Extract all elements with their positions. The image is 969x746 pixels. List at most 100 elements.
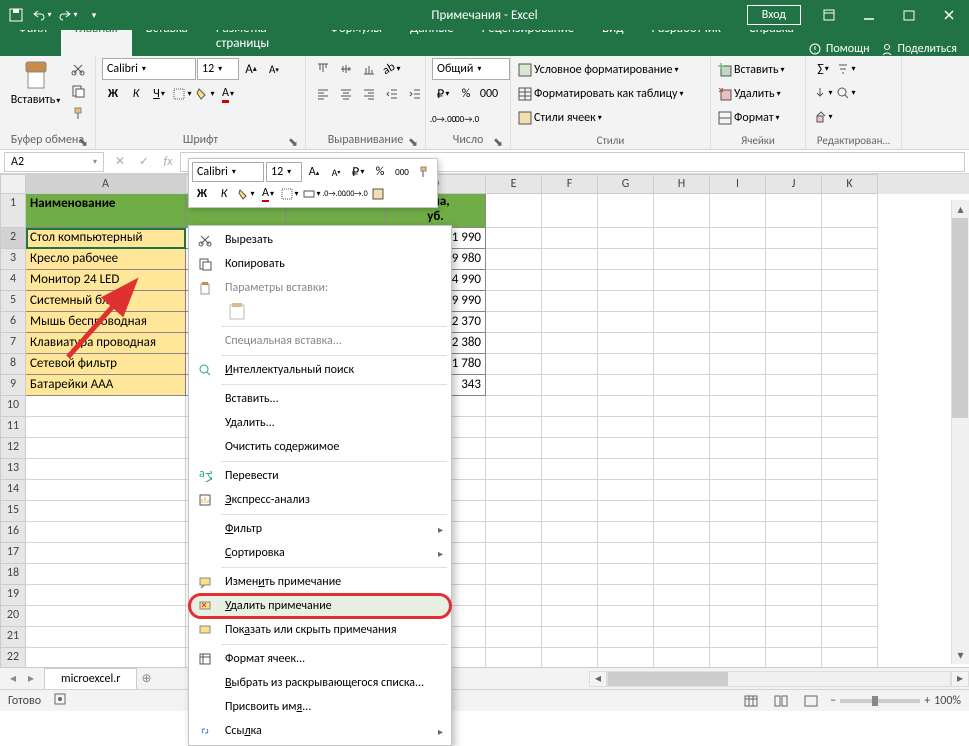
col-header-A[interactable]: A [26, 174, 186, 194]
cell-G5[interactable] [598, 291, 654, 312]
cell-E12[interactable] [486, 438, 542, 459]
cell-G3[interactable] [598, 249, 654, 270]
number-launcher[interactable]: ⬊ [492, 135, 504, 147]
cell-J22[interactable] [766, 648, 822, 667]
cell-J13[interactable] [766, 459, 822, 480]
fill-icon[interactable]: ▾ [812, 82, 834, 104]
cell-I10[interactable] [710, 396, 766, 417]
cell-G2[interactable] [598, 228, 654, 249]
cell-styles-button[interactable]: Стили ячеек▾ [517, 106, 602, 130]
cell-K18[interactable] [822, 564, 878, 585]
cell-E6[interactable] [486, 312, 542, 333]
cell-G20[interactable] [598, 606, 654, 627]
ctx-delete-comment[interactable]: Удалить примечание [189, 594, 451, 618]
cell-F1[interactable] [542, 194, 598, 228]
cell-H21[interactable] [654, 627, 710, 648]
cell-H8[interactable] [654, 354, 710, 375]
cell-K8[interactable] [822, 354, 878, 375]
sheet-tab[interactable]: microexcel.r [44, 668, 137, 689]
increase-font-icon[interactable]: A▴ [240, 58, 262, 80]
mini-dec-dec-icon[interactable]: .00→.0 [346, 184, 366, 204]
cell-G18[interactable] [598, 564, 654, 585]
font-size-combo[interactable]: 12▾ [197, 58, 239, 80]
row-header-7[interactable]: 7 [0, 333, 26, 354]
italic-icon[interactable]: К [125, 83, 147, 105]
cell-J6[interactable] [766, 312, 822, 333]
mini-percent-icon[interactable]: % [370, 162, 390, 182]
cell-E5[interactable] [486, 291, 542, 312]
ctx-show-comments[interactable]: Показать или скрыть примечания [189, 618, 451, 642]
percent-icon[interactable]: % [455, 83, 477, 105]
cell-G6[interactable] [598, 312, 654, 333]
cell-I20[interactable] [710, 606, 766, 627]
cell-I7[interactable] [710, 333, 766, 354]
cell-K20[interactable] [822, 606, 878, 627]
cell-E21[interactable] [486, 627, 542, 648]
row-header-3[interactable]: 3 [0, 249, 26, 270]
cell-K3[interactable] [822, 249, 878, 270]
cell-E17[interactable] [486, 543, 542, 564]
col-header-F[interactable]: F [542, 174, 598, 194]
cell-E20[interactable] [486, 606, 542, 627]
align-bottom-icon[interactable] [358, 58, 380, 80]
tell-me[interactable]: Помощн [808, 42, 870, 56]
zoom-in-icon[interactable]: + [924, 694, 930, 708]
cell-G14[interactable] [598, 480, 654, 501]
zoom-slider[interactable] [840, 699, 920, 703]
cell-H12[interactable] [654, 438, 710, 459]
row-header-14[interactable]: 14 [0, 480, 26, 501]
redo-icon[interactable]: ▾ [56, 3, 80, 27]
cell-G22[interactable] [598, 648, 654, 667]
cell-A5[interactable]: Системный блок [26, 291, 186, 312]
cell-G9[interactable] [598, 375, 654, 396]
autosum-icon[interactable]: ∑▾ [812, 58, 834, 80]
cut-icon[interactable] [67, 58, 89, 80]
underline-icon[interactable]: Ч▾ [148, 83, 170, 105]
row-header-18[interactable]: 18 [0, 564, 26, 585]
cell-A14[interactable] [26, 480, 186, 501]
cell-K7[interactable] [822, 333, 878, 354]
row-header-12[interactable]: 12 [0, 438, 26, 459]
mini-painter-icon[interactable] [414, 162, 434, 182]
hscroll-thumb[interactable] [608, 672, 728, 686]
format-painter-icon[interactable] [67, 102, 89, 124]
cell-H7[interactable] [654, 333, 710, 354]
cell-I17[interactable] [710, 543, 766, 564]
cell-J16[interactable] [766, 522, 822, 543]
mini-styles-icon[interactable] [368, 184, 388, 204]
cell-F15[interactable] [542, 501, 598, 522]
cell-H6[interactable] [654, 312, 710, 333]
cell-I4[interactable] [710, 270, 766, 291]
ctx-pick-from-list[interactable]: Выбрать из раскрывающегося списка... [189, 671, 451, 695]
cell-E14[interactable] [486, 480, 542, 501]
mini-merge-icon[interactable]: ▾ [302, 184, 322, 204]
cell-I5[interactable] [710, 291, 766, 312]
cell-K19[interactable] [822, 585, 878, 606]
ctx-sort[interactable]: Сортировка▸ [189, 541, 451, 565]
cell-H22[interactable] [654, 648, 710, 667]
cell-H9[interactable] [654, 375, 710, 396]
font-name-combo[interactable]: Calibri▾ [102, 58, 196, 80]
mini-italic-icon[interactable]: К [214, 184, 234, 204]
align-launcher[interactable]: ⬊ [407, 135, 419, 147]
row-header-4[interactable]: 4 [0, 270, 26, 291]
cell-K14[interactable] [822, 480, 878, 501]
orientation-icon[interactable]: ab▾ [381, 58, 403, 80]
cell-E10[interactable] [486, 396, 542, 417]
cell-A12[interactable] [26, 438, 186, 459]
minimize-icon[interactable] [849, 0, 889, 30]
undo-icon[interactable]: ▾ [30, 3, 54, 27]
cell-H4[interactable] [654, 270, 710, 291]
ctx-link[interactable]: Ссылка▸ [189, 719, 451, 743]
align-top-icon[interactable] [312, 58, 334, 80]
cell-I1[interactable] [710, 194, 766, 228]
cell-J18[interactable] [766, 564, 822, 585]
cell-F7[interactable] [542, 333, 598, 354]
cell-K2[interactable] [822, 228, 878, 249]
ctx-format-cells[interactable]: Формат ячеек... [189, 647, 451, 671]
cell-G11[interactable] [598, 417, 654, 438]
mini-currency-icon[interactable]: ₽▾ [348, 162, 368, 182]
align-center-icon[interactable] [335, 83, 357, 105]
ctx-translate[interactable]: а文Перевести [189, 464, 451, 488]
ctx-quick-analysis[interactable]: Экспресс-анализ [189, 488, 451, 512]
